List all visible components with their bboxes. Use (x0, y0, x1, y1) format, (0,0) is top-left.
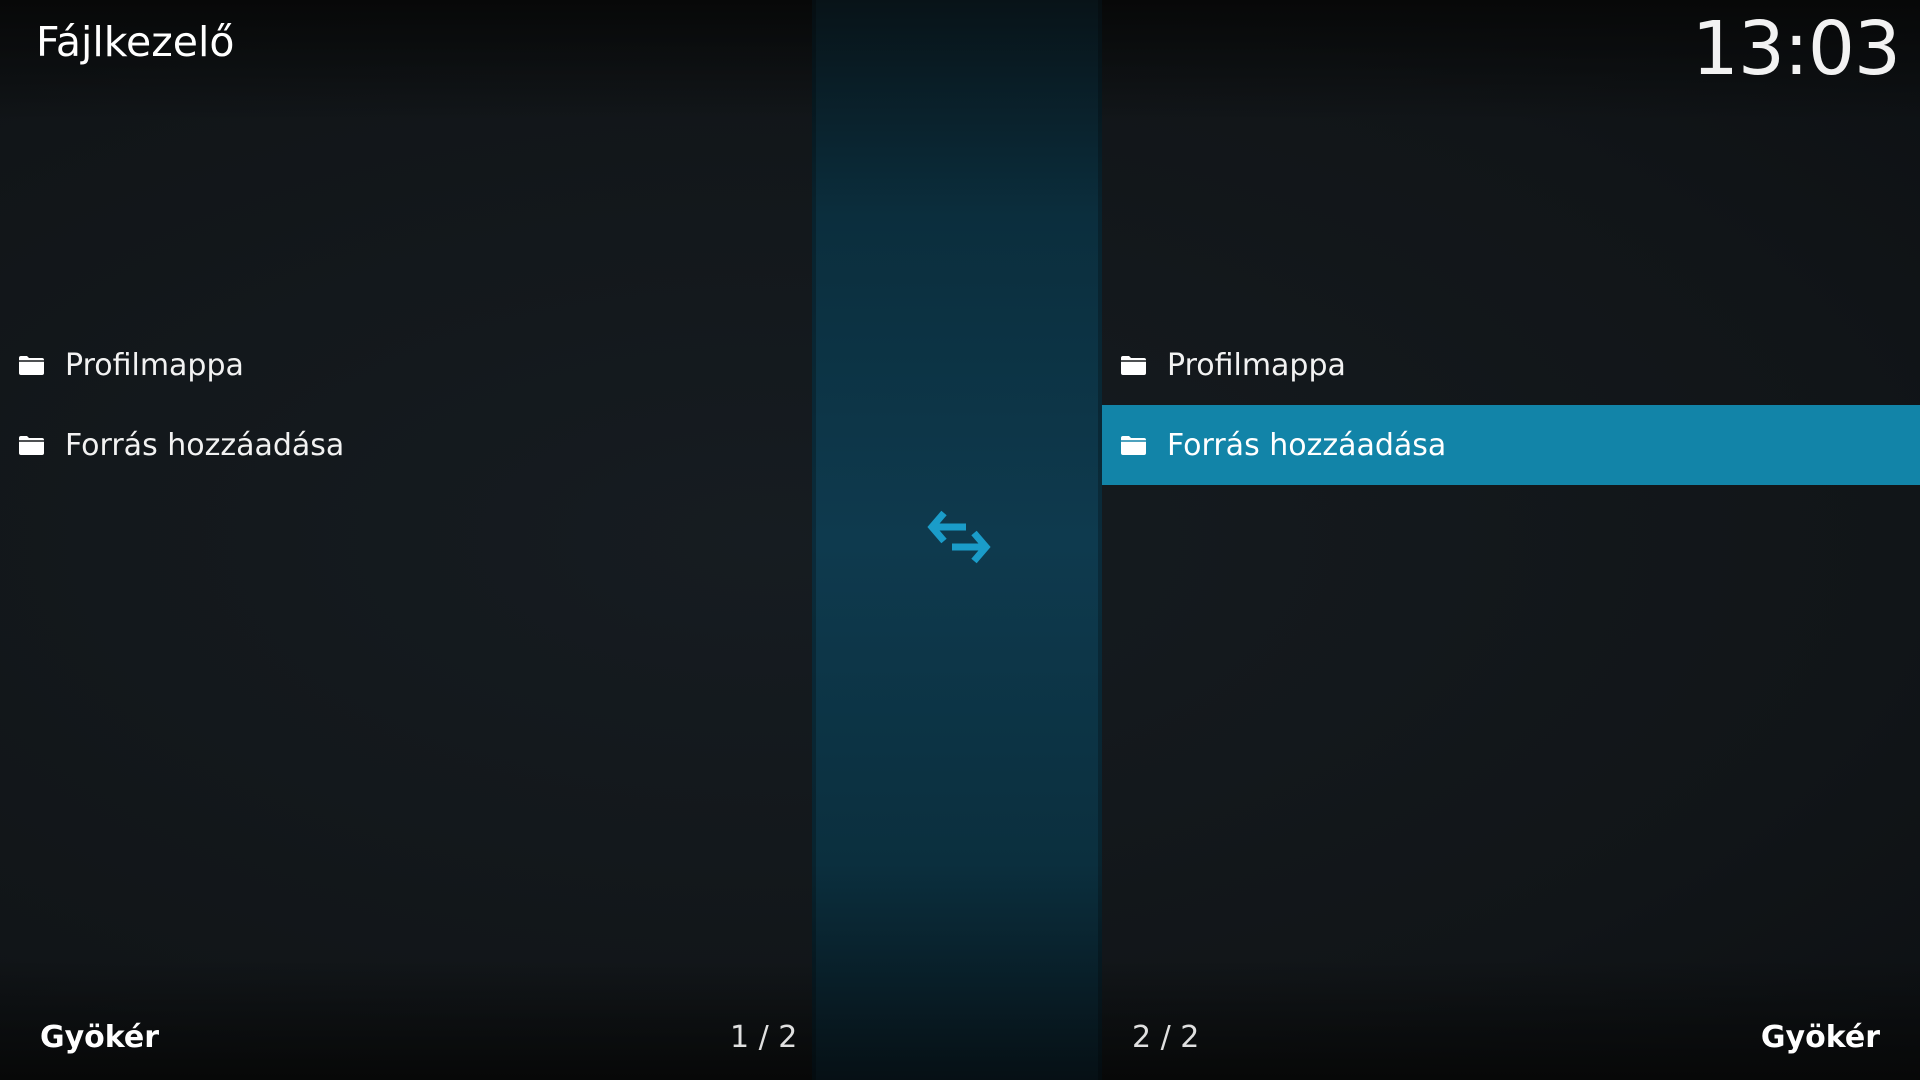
folder-icon (1121, 356, 1146, 375)
right-list-item-profilmappa[interactable]: Profilmappa (1102, 325, 1920, 405)
list-item-label: Profilmappa (1167, 347, 1346, 383)
list-item-label: Forrás hozzáadása (1167, 427, 1447, 463)
left-list-item-add-source[interactable]: Forrás hozzáadása (0, 405, 812, 485)
right-page-counter: 2 / 2 (1132, 1020, 1200, 1055)
left-path-label: Gyökér (40, 1020, 160, 1055)
right-list-item-add-source[interactable]: Forrás hozzáadása (1102, 405, 1920, 485)
right-file-list: Profilmappa Forrás hozzáadása (1102, 325, 1920, 485)
left-page-counter: 1 / 2 (730, 1020, 798, 1055)
swap-arrows-icon[interactable] (926, 505, 992, 569)
clock: 13:03 (1691, 6, 1901, 92)
right-path-label: Gyökér (1760, 1020, 1880, 1055)
left-list-item-profilmappa[interactable]: Profilmappa (0, 325, 812, 405)
file-manager-screen: Fájlkezelő 13:03 Profilmappa Forrás hozz… (0, 0, 1920, 1080)
list-item-label: Forrás hozzáadása (65, 427, 345, 463)
folder-icon (1121, 436, 1146, 455)
page-title: Fájlkezelő (36, 18, 235, 66)
left-file-list: Profilmappa Forrás hozzáadása (0, 325, 812, 485)
list-item-label: Profilmappa (65, 347, 244, 383)
folder-icon (19, 356, 44, 375)
folder-icon (19, 436, 44, 455)
